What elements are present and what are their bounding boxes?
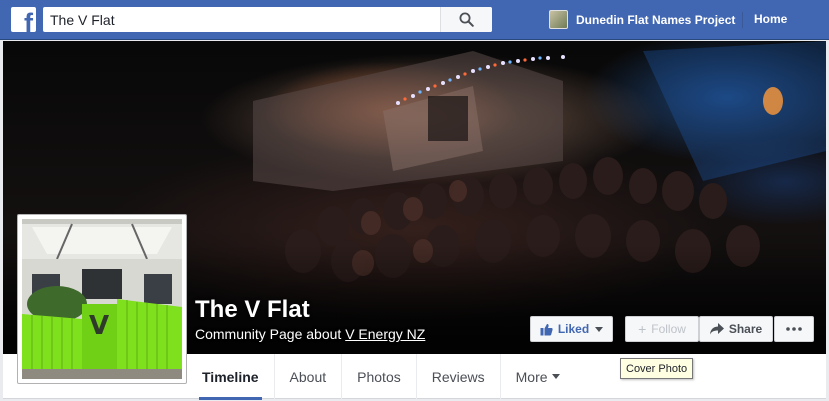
liked-button[interactable]: Liked <box>530 316 613 342</box>
tab-about[interactable]: About <box>275 354 343 399</box>
cover-photo-tooltip: Cover Photo <box>620 358 694 379</box>
category-link[interactable]: V Energy NZ <box>345 326 425 342</box>
nav-divider <box>742 12 743 28</box>
home-link[interactable]: Home <box>754 12 787 26</box>
profile-name: Dunedin Flat Names Project <box>576 12 736 27</box>
profile-link[interactable]: Dunedin Flat Names Project <box>549 10 735 29</box>
tab-reviews[interactable]: Reviews <box>417 354 501 399</box>
page-profile-picture[interactable]: V <box>17 214 187 384</box>
tab-label: Photos <box>357 368 401 385</box>
follow-label: Follow <box>651 322 686 336</box>
liked-label: Liked <box>557 322 590 336</box>
follow-button[interactable]: + Follow <box>625 316 699 342</box>
share-label: Share <box>728 322 763 336</box>
tab-label: Reviews <box>431 368 485 385</box>
thumbs-up-icon <box>540 323 553 336</box>
tab-label: About <box>289 368 327 385</box>
plus-icon: + <box>638 321 647 337</box>
share-button[interactable]: Share <box>699 316 773 342</box>
chevron-down-icon <box>595 326 604 332</box>
share-arrow-icon <box>709 323 724 335</box>
page-title: The V Flat <box>195 296 310 323</box>
search-input[interactable] <box>43 7 438 32</box>
ellipsis-icon <box>786 327 802 331</box>
search-icon <box>459 12 474 27</box>
tab-label: More <box>515 368 548 385</box>
green-gate-house-image: V <box>22 219 182 379</box>
tab-label: Timeline <box>202 368 259 385</box>
category-prefix: Community Page about <box>195 326 346 342</box>
top-navigation-bar: f Dunedin Flat Names Project Home <box>0 0 829 40</box>
tab-photos[interactable]: Photos <box>342 354 417 399</box>
more-actions-button[interactable] <box>774 316 814 342</box>
tab-timeline[interactable]: Timeline <box>187 354 275 400</box>
chevron-down-icon <box>551 374 560 379</box>
tab-more[interactable]: More <box>501 354 575 399</box>
search-button[interactable] <box>440 7 492 32</box>
facebook-logo-icon[interactable]: f <box>11 7 36 32</box>
gate-v-logo: V <box>89 311 109 341</box>
profile-picture-image: V <box>22 219 182 379</box>
avatar <box>549 10 568 29</box>
search-box <box>43 7 492 32</box>
page-category: Community Page about V Energy NZ <box>195 326 425 342</box>
page-tabs: Timeline About Photos Reviews More <box>187 354 575 400</box>
